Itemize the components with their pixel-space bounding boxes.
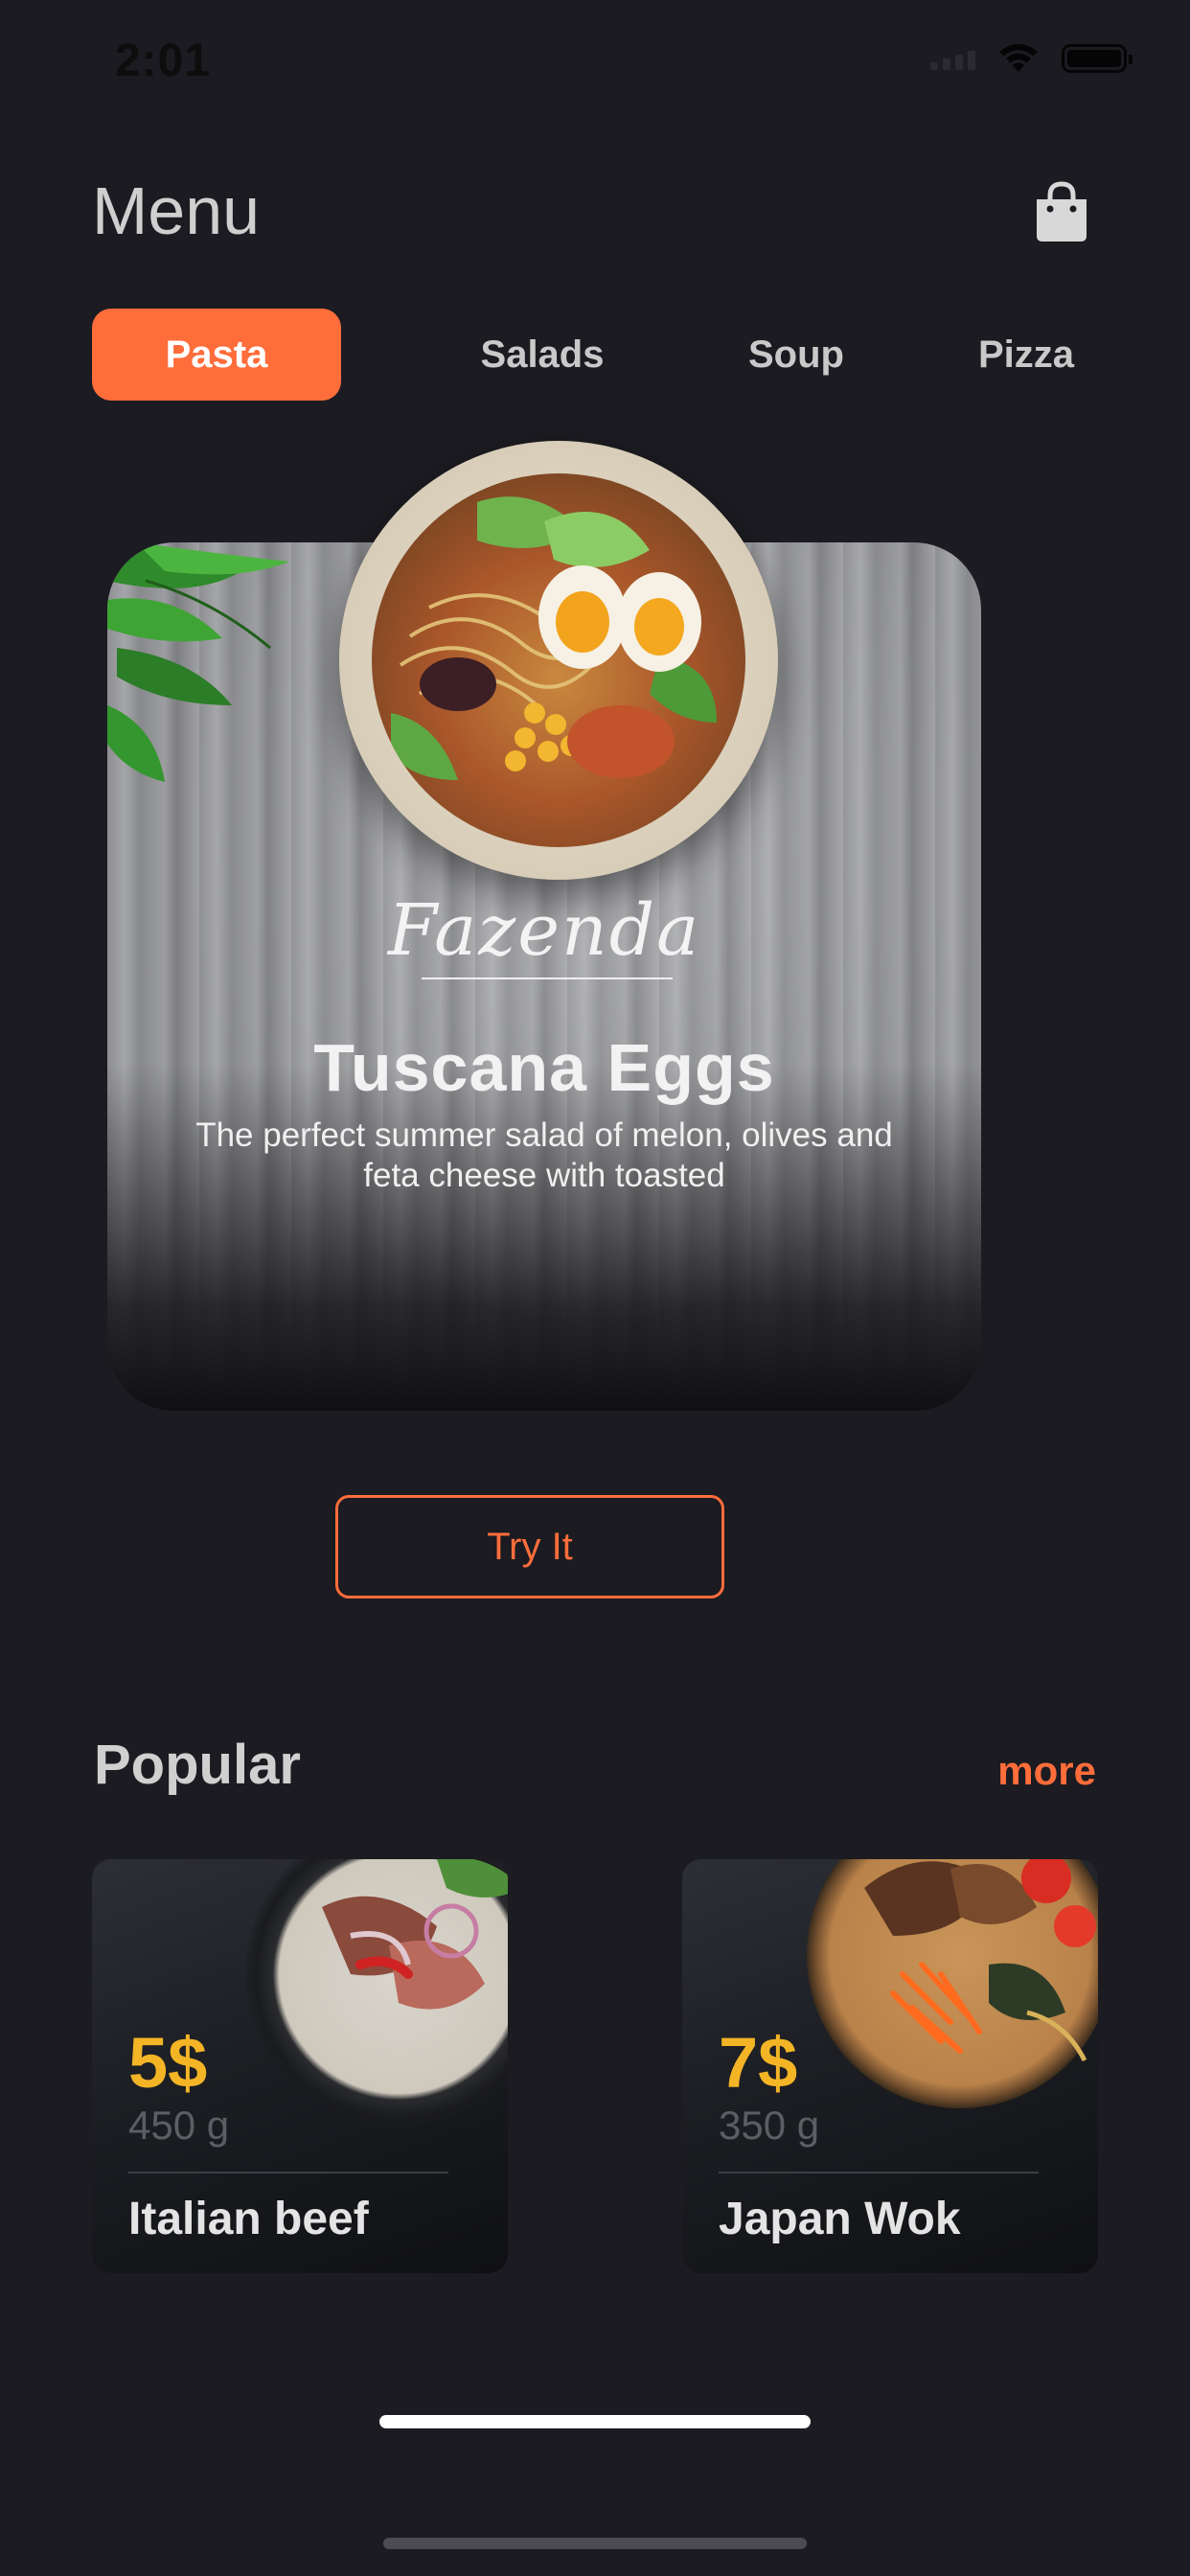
item-price: 7$	[719, 2023, 798, 2103]
status-icons	[930, 42, 1133, 75]
brand-logo: Fazenda	[387, 889, 701, 972]
more-link[interactable]: more	[997, 1748, 1096, 1794]
popular-title: Popular	[94, 1734, 301, 1796]
beef-dish-image	[245, 1859, 508, 2128]
battery-icon	[1062, 44, 1133, 73]
try-it-button[interactable]: Try It	[335, 1495, 724, 1598]
basil-leaves-decoration	[107, 542, 289, 782]
cellular-signal-icon	[930, 47, 975, 70]
wifi-icon	[999, 44, 1038, 72]
app-screen: 2:01 Menu Pasta Salads Soup Pizza Fazend…	[0, 0, 1190, 2576]
ramen-bowl-image	[339, 441, 778, 880]
tab-pizza[interactable]: Pizza	[954, 309, 1098, 401]
featured-description: The perfect summer salad of melon, olive…	[195, 1116, 893, 1194]
home-indicator-secondary	[383, 2538, 807, 2549]
item-weight: 350 g	[719, 2103, 820, 2148]
item-name: Japan Wok	[719, 2194, 961, 2244]
item-price: 5$	[128, 2023, 208, 2103]
popular-card-japan-wok[interactable]: 7$ 350 g Japan Wok	[682, 1859, 1098, 2273]
popular-card-italian-beef[interactable]: 5$ 450 g Italian beef	[92, 1859, 508, 2273]
brand-underline	[422, 978, 673, 979]
category-tabs: Pasta Salads Soup Pizza	[92, 309, 1098, 401]
tab-pasta[interactable]: Pasta	[92, 309, 341, 401]
item-name: Italian beef	[128, 2194, 369, 2244]
card-divider	[719, 2172, 1039, 2174]
featured-title: Tuscana Eggs	[313, 1030, 775, 1105]
status-time: 2:01	[115, 35, 212, 86]
shopping-bag-icon[interactable]	[1033, 180, 1090, 243]
home-indicator[interactable]	[379, 2415, 811, 2428]
tab-salads[interactable]: Salads	[446, 309, 638, 401]
card-divider	[128, 2172, 448, 2174]
tab-soup[interactable]: Soup	[724, 309, 868, 401]
item-weight: 450 g	[128, 2103, 230, 2148]
wok-dish-image	[807, 1859, 1098, 2108]
page-title: Menu	[92, 173, 261, 248]
